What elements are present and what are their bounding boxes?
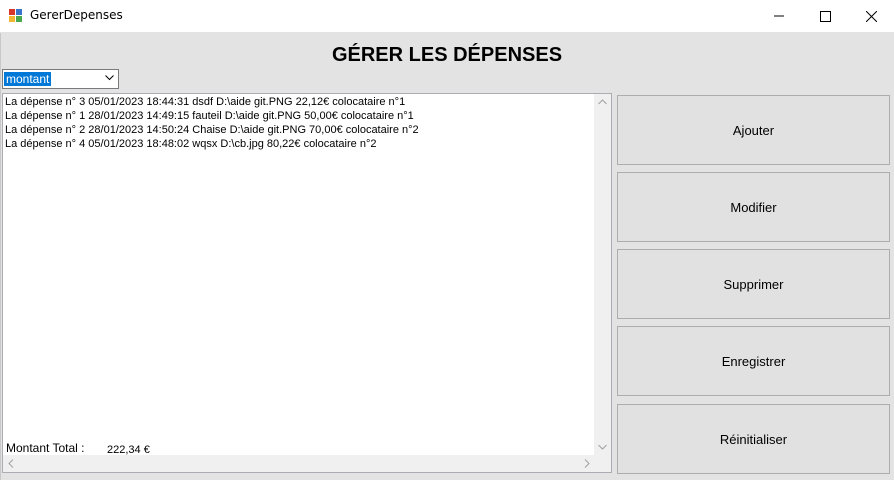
maximize-icon bbox=[819, 10, 831, 22]
title-bar: GererDepenses bbox=[0, 0, 894, 33]
scroll-right-icon[interactable] bbox=[584, 459, 590, 468]
sort-combobox[interactable]: montant bbox=[2, 69, 119, 89]
window-title: GererDepenses bbox=[30, 8, 123, 22]
expense-list[interactable]: La dépense n° 3 05/01/2023 18:44:31 dsdf… bbox=[2, 93, 612, 473]
list-item[interactable]: La dépense n° 4 05/01/2023 18:48:02 wqsx… bbox=[5, 137, 376, 151]
total-label: Montant Total : bbox=[6, 441, 85, 455]
minimize-icon bbox=[774, 15, 784, 17]
horizontal-scrollbar[interactable] bbox=[3, 455, 595, 472]
list-item[interactable]: La dépense n° 2 28/01/2023 14:50:24 Chai… bbox=[5, 123, 419, 137]
list-item[interactable]: La dépense n° 3 05/01/2023 18:44:31 dsdf… bbox=[5, 95, 405, 109]
save-button[interactable]: Enregistrer bbox=[617, 326, 890, 396]
delete-button[interactable]: Supprimer bbox=[617, 249, 890, 319]
close-icon bbox=[865, 10, 877, 22]
maximize-button[interactable] bbox=[802, 0, 848, 32]
page-title: GÉRER LES DÉPENSES bbox=[331, 44, 563, 66]
scroll-down-icon[interactable] bbox=[598, 444, 607, 450]
sort-combobox-value: montant bbox=[4, 72, 52, 86]
close-button[interactable] bbox=[848, 0, 894, 32]
total-value: 222,34 € bbox=[107, 444, 150, 456]
minimize-button[interactable] bbox=[756, 0, 802, 32]
edit-button[interactable]: Modifier bbox=[617, 172, 890, 242]
scroll-up-icon[interactable] bbox=[598, 99, 607, 105]
scroll-left-icon[interactable] bbox=[8, 459, 14, 468]
vertical-scrollbar[interactable] bbox=[594, 94, 611, 472]
reset-button[interactable]: Réinitialiser bbox=[617, 404, 890, 474]
chevron-down-icon bbox=[105, 75, 114, 81]
add-button[interactable]: Ajouter bbox=[617, 95, 890, 165]
app-icon bbox=[9, 9, 23, 23]
list-item[interactable]: La dépense n° 1 28/01/2023 14:49:15 faut… bbox=[5, 109, 414, 123]
